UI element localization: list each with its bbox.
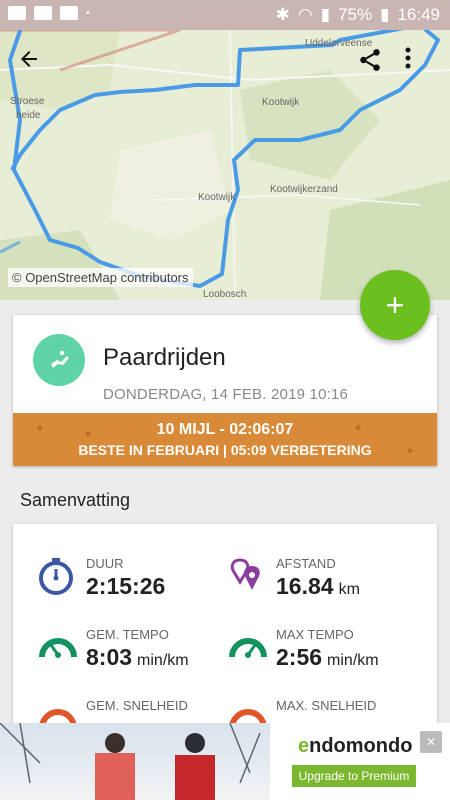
- summary-heading: Samenvatting: [20, 490, 131, 510]
- stat-label: GEM. TEMPO: [86, 627, 169, 642]
- close-ad-icon: ✕: [425, 735, 437, 749]
- achievement-subtitle: BESTE IN FEBRUARI | 05:09 VERBETERING: [78, 442, 372, 458]
- stat-avg-pace[interactable]: GEM. TEMPO 8:03 min/km: [38, 627, 238, 687]
- stat-label: AFSTAND: [276, 556, 336, 571]
- stat-label: MAX. SNELHEID: [276, 698, 377, 713]
- clock: 16:49: [397, 5, 440, 24]
- achievement-title: 10 MIJL - 02:06:07: [156, 421, 294, 438]
- location-pins-icon: [230, 558, 260, 590]
- stat-value: 16.84 km: [276, 573, 360, 599]
- stat-duration[interactable]: DUUR 2:15:26: [38, 556, 238, 616]
- bluetooth-icon: ✱: [275, 5, 290, 24]
- gauge-icon: [39, 638, 77, 658]
- add-button[interactable]: +: [360, 270, 430, 340]
- close-ad-button[interactable]: ✕: [420, 731, 442, 753]
- mail-notification-icon: [60, 6, 78, 20]
- map-label: Kootwijkerzand: [270, 184, 338, 195]
- more-options-button[interactable]: [405, 47, 433, 83]
- share-icon: [360, 49, 380, 71]
- horse-riding-icon: [51, 350, 69, 368]
- image-notification-icon: [8, 6, 26, 20]
- back-arrow-icon: [21, 51, 37, 67]
- ad-image: [0, 723, 270, 800]
- status-bar: • ✱ ◠ ▮ 75% ▮ 16:49: [0, 0, 450, 30]
- mail-notification-icon: [34, 6, 52, 20]
- workout-detail-screen: • ✱ ◠ ▮ 75% ▮ 16:49 Stroese heide Kootwi…: [0, 0, 450, 800]
- summary-card: DUUR 2:15:26 AFSTAND 16.84 km GEM. TEMPO …: [13, 524, 437, 734]
- stat-label: DUUR: [86, 556, 124, 571]
- stat-value: 2:56 min/km: [276, 644, 379, 670]
- signal-icon: ▮: [320, 5, 331, 24]
- sport-title: Paardrijden: [103, 344, 226, 371]
- map-label: Loobosch: [203, 289, 247, 300]
- ad-banner[interactable]: endomondo Upgrade to Premium ✕: [0, 723, 450, 800]
- stat-value: 2:15:26: [86, 573, 166, 599]
- share-button[interactable]: [357, 47, 393, 83]
- wifi-icon: ◠: [297, 5, 313, 24]
- map-attribution[interactable]: © OpenStreetMap contributors: [8, 268, 193, 287]
- upgrade-button[interactable]: Upgrade to Premium: [292, 765, 416, 787]
- back-button[interactable]: [17, 47, 53, 83]
- gauge-icon: [229, 638, 267, 658]
- map-label: Kootwijk: [198, 192, 236, 203]
- stat-label: GEM. SNELHEID: [86, 698, 188, 713]
- stat-label: MAX TEMPO: [276, 627, 354, 642]
- workout-card: Paardrijden DONDERDAG, 14 FEB. 2019 10:1…: [13, 315, 437, 466]
- brand-logo: endomondo: [298, 735, 413, 757]
- map-label: Kootwijk: [262, 97, 300, 108]
- stopwatch-icon: [39, 558, 73, 595]
- sport-avatar: [33, 334, 85, 386]
- dot-icon: •: [86, 7, 90, 19]
- stat-max-pace[interactable]: MAX TEMPO 2:56 min/km: [228, 627, 428, 687]
- workout-date: DONDERDAG, 14 FEB. 2019 10:16: [103, 386, 349, 403]
- achievement-banner[interactable]: ✦ ✦ ✦ ✦ 10 MIJL - 02:06:07 BESTE IN FEBR…: [13, 413, 437, 466]
- battery-icon: ▮: [380, 5, 390, 24]
- stat-value: 8:03 min/km: [86, 644, 189, 670]
- map-label: Stroese: [10, 96, 45, 107]
- runners-image: [0, 723, 261, 800]
- plus-icon: +: [385, 286, 405, 323]
- route-map[interactable]: Stroese heide Kootwijk Kootwijk Kootwijk…: [0, 30, 450, 300]
- battery-level: 75%: [338, 5, 373, 24]
- map-label: heide: [16, 110, 41, 121]
- more-vert-icon: [405, 47, 411, 69]
- stat-distance[interactable]: AFSTAND 16.84 km: [228, 556, 428, 616]
